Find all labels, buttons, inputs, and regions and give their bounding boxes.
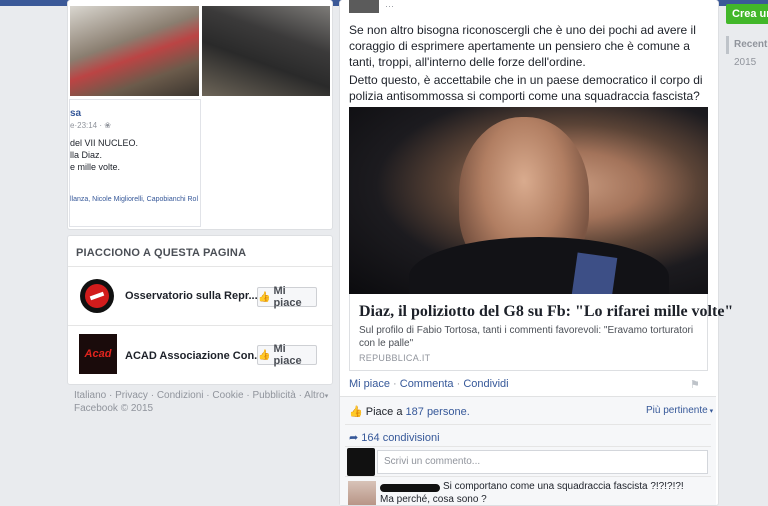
thumbs-up-icon: 👍 bbox=[258, 291, 271, 303]
comment-sort-dropdown[interactable]: Più pertinente ▾ bbox=[646, 405, 713, 416]
link-title[interactable]: Diaz, il poliziotto del G8 su Fb: "Lo ri… bbox=[359, 303, 733, 321]
footer-link-cookie[interactable]: Cookie bbox=[212, 390, 243, 401]
post-author-meta: ··· bbox=[385, 1, 394, 11]
osservatorio-logo[interactable] bbox=[80, 279, 114, 313]
commenter-avatar[interactable] bbox=[348, 481, 376, 505]
timeline-recent[interactable]: Recenti bbox=[726, 36, 768, 54]
embedded-post-author[interactable]: sa bbox=[70, 108, 81, 119]
feedback-divider bbox=[345, 446, 711, 447]
footer-link-privacy[interactable]: Privacy bbox=[115, 390, 148, 401]
embedded-post-preview[interactable]: sa e·23:14 · ❀ del VII NUCLEO. lla Diaz.… bbox=[69, 99, 201, 227]
comment-reply-text: Ma perché, cosa sono ? bbox=[380, 494, 487, 505]
caret-down-icon: ▾ bbox=[324, 393, 329, 400]
link-description: Sul profilo di Fabio Tortosa, tanti i co… bbox=[359, 325, 694, 349]
footer-link-terms[interactable]: Condizioni bbox=[157, 390, 204, 401]
post-photo-left[interactable] bbox=[70, 6, 199, 96]
comment-input-placeholder: Scrivi un commento... bbox=[384, 456, 481, 467]
footer-link-ads[interactable]: Pubblicità bbox=[252, 390, 295, 401]
liked-page-name[interactable]: ACAD Associazione Con... bbox=[125, 350, 263, 362]
liked-page-name[interactable]: Osservatorio sulla Repr... bbox=[125, 290, 258, 302]
liked-page-item: Osservatorio sulla Repr... 👍 Mi piace bbox=[68, 267, 332, 325]
shares-summary[interactable]: ➦ 164 condivisioni bbox=[349, 431, 440, 444]
like-action[interactable]: Mi piace bbox=[349, 378, 390, 390]
post-actions: Mi piace · Commenta · Condividi bbox=[349, 378, 509, 390]
liked-page-item: Acad ACAD Associazione Con... 👍 Mi piace bbox=[68, 326, 332, 384]
timeline-nav: Recenti 2015 bbox=[726, 36, 768, 72]
commenter-name[interactable] bbox=[380, 484, 440, 492]
link-domain: REPUBBLICA.IT bbox=[359, 353, 431, 363]
post-photo-right[interactable] bbox=[202, 6, 330, 96]
create-page-button[interactable]: Crea una bbox=[726, 4, 768, 24]
feedback-divider bbox=[345, 424, 711, 425]
timeline-year[interactable]: 2015 bbox=[726, 54, 768, 72]
embedded-post-line-1: del VII NUCLEO. bbox=[70, 138, 139, 148]
link-preview-image[interactable] bbox=[349, 107, 708, 294]
footer-link-more[interactable]: Altro bbox=[304, 390, 325, 401]
embedded-post-tags[interactable]: llanza, Nicole Migliorelli, Capobianchi … bbox=[70, 196, 198, 203]
embedded-post-date: e·23:14 · ❀ bbox=[70, 121, 111, 130]
comment-action[interactable]: Commenta bbox=[400, 378, 454, 390]
caret-down-icon: ▾ bbox=[707, 408, 714, 415]
share-arrow-icon: ➦ bbox=[349, 432, 359, 444]
likes-summary: 👍 Piace a 187 persone. bbox=[349, 406, 470, 418]
footer-links: Italiano · Privacy · Condizioni · Cookie… bbox=[74, 390, 329, 414]
comment-text: Si comportano come una squadraccia fasci… bbox=[443, 481, 684, 492]
footer-link-language[interactable]: Italiano bbox=[74, 390, 106, 401]
acad-logo[interactable]: Acad bbox=[79, 334, 117, 374]
liked-pages-card: PIACCIONO A QUESTA PAGINA Osservatorio s… bbox=[67, 235, 333, 385]
share-action[interactable]: Condividi bbox=[463, 378, 508, 390]
like-page-button[interactable]: 👍 Mi piace bbox=[257, 343, 317, 367]
thumbs-up-icon: 👍 bbox=[349, 406, 363, 418]
link-preview-caption[interactable]: Diaz, il poliziotto del G8 su Fb: "Lo ri… bbox=[349, 294, 733, 371]
embedded-post-line-2: lla Diaz. bbox=[70, 150, 103, 160]
flag-icon[interactable]: ⚑ bbox=[690, 378, 700, 391]
current-user-avatar[interactable] bbox=[347, 448, 375, 476]
post-paragraph-2: Detto questo, è accettabile che in un pa… bbox=[349, 73, 703, 103]
liked-pages-title: PIACCIONO A QUESTA PAGINA bbox=[76, 247, 247, 259]
likes-count-link[interactable]: 187 persone. bbox=[406, 406, 470, 418]
post-paragraph-1: Se non altro bisogna riconoscergli che è… bbox=[349, 23, 696, 69]
like-page-button[interactable]: 👍 Mi piace bbox=[257, 285, 317, 309]
embedded-post-line-3: e mille volte. bbox=[70, 162, 121, 172]
thumbs-up-icon: 👍 bbox=[258, 349, 271, 361]
feedback-divider bbox=[345, 476, 711, 477]
post-author-avatar[interactable] bbox=[349, 0, 379, 13]
footer-copyright: Facebook © 2015 bbox=[74, 403, 154, 414]
